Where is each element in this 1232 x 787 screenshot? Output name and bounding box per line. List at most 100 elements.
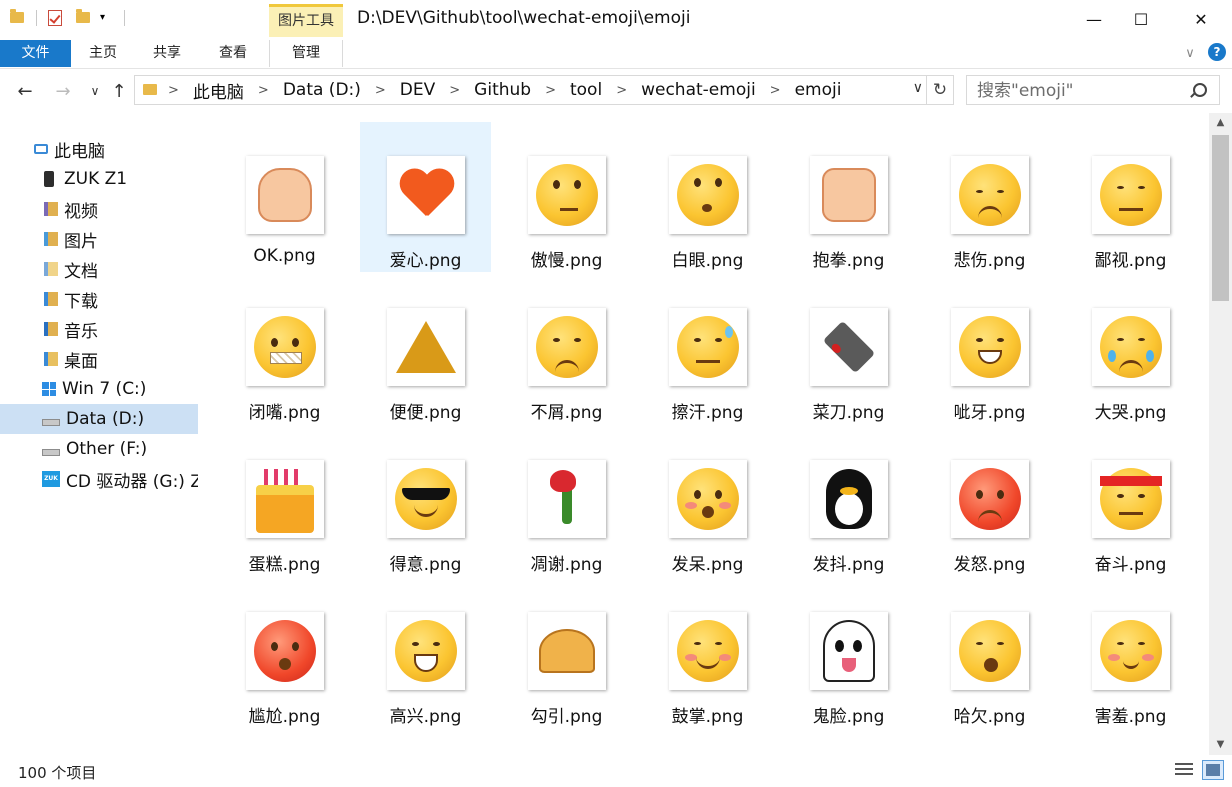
- file-item[interactable]: 大哭.png: [1065, 274, 1196, 424]
- nav-item-music[interactable]: 音乐: [0, 314, 198, 344]
- nav-item-label: 音乐: [64, 321, 98, 342]
- back-button[interactable]: ←: [12, 79, 38, 103]
- file-list: OK.png 爱心.png 傲慢.png 白眼.png 抱拳.png 悲伤.pn…: [200, 113, 1208, 755]
- file-item[interactable]: 擦汗.png: [642, 274, 773, 424]
- breadcrumb-this-pc[interactable]: 此电脑: [184, 78, 253, 103]
- breadcrumb-emoji[interactable]: emoji: [786, 80, 851, 100]
- chevron-right-icon[interactable]: >: [163, 83, 184, 98]
- scroll-up-icon[interactable]: ▲: [1209, 113, 1232, 133]
- ribbon-tabs: 文件 主页 共享 查看 管理 ∨ ?: [0, 38, 1232, 69]
- address-row: ← → ∨ ↑ > 此电脑 > Data (D:) > DEV > Github…: [0, 69, 1232, 113]
- chevron-right-icon[interactable]: >: [370, 83, 391, 98]
- file-item[interactable]: 白眼.png: [642, 122, 773, 272]
- navigation-pane: 此电脑 ZUK Z1 视频 图片 文档 下载 音乐 桌面 Win 7 (C:) …: [0, 113, 198, 755]
- penguin-icon: [810, 460, 888, 538]
- details-view-icon[interactable]: [1175, 763, 1193, 779]
- yawn-face-icon: [951, 612, 1029, 690]
- file-item[interactable]: 鄙视.png: [1065, 122, 1196, 272]
- nav-item-cd-drive-g[interactable]: ZUK CD 驱动器 (G:) Z: [0, 464, 198, 494]
- help-icon[interactable]: ?: [1208, 43, 1226, 61]
- file-item[interactable]: 鼓掌.png: [642, 578, 773, 728]
- breadcrumb-tool[interactable]: tool: [561, 80, 611, 100]
- tab-share[interactable]: 共享: [144, 40, 190, 67]
- customize-quick-access-icon[interactable]: ▾: [100, 12, 118, 30]
- search-input[interactable]: [975, 79, 1179, 103]
- wilted-rose-icon: [528, 460, 606, 538]
- file-item[interactable]: 发呆.png: [642, 426, 773, 576]
- collapse-ribbon-icon[interactable]: ∨: [1180, 40, 1200, 67]
- chevron-right-icon[interactable]: >: [611, 83, 632, 98]
- tab-manage[interactable]: 管理: [269, 40, 343, 67]
- file-name: 鼓掌.png: [671, 707, 744, 727]
- chevron-right-icon[interactable]: >: [253, 83, 274, 98]
- search-icon[interactable]: [1193, 83, 1207, 97]
- properties-icon[interactable]: [48, 8, 66, 26]
- file-item[interactable]: 菜刀.png: [783, 274, 914, 424]
- file-item[interactable]: 傲慢.png: [501, 122, 632, 272]
- chevron-right-icon[interactable]: >: [444, 83, 465, 98]
- file-item[interactable]: 发怒.png: [924, 426, 1055, 576]
- refresh-icon[interactable]: ↻: [926, 76, 953, 104]
- scroll-down-icon[interactable]: ▼: [1209, 735, 1232, 755]
- file-item[interactable]: 悲伤.png: [924, 122, 1055, 272]
- nav-item-desktop[interactable]: 桌面: [0, 344, 198, 374]
- angry-face-icon: [951, 460, 1029, 538]
- contempt-face-icon: [1092, 156, 1170, 234]
- breadcrumb-wechat-emoji[interactable]: wechat-emoji: [632, 80, 765, 100]
- breadcrumb-data-d[interactable]: Data (D:): [274, 80, 370, 100]
- breadcrumb-dev[interactable]: DEV: [391, 80, 444, 100]
- file-name: 白眼.png: [671, 251, 744, 271]
- sad-face-icon: [951, 156, 1029, 234]
- breadcrumb-github[interactable]: Github: [465, 80, 540, 100]
- nav-item-win7-c[interactable]: Win 7 (C:): [0, 374, 198, 404]
- nav-item-other-f[interactable]: Other (F:): [0, 434, 198, 464]
- recent-locations-button[interactable]: ∨: [82, 79, 108, 103]
- chevron-right-icon[interactable]: >: [765, 83, 786, 98]
- nav-item-pictures[interactable]: 图片: [0, 224, 198, 254]
- file-item[interactable]: OK.png: [219, 122, 350, 272]
- file-item[interactable]: 鬼脸.png: [783, 578, 914, 728]
- file-item[interactable]: 得意.png: [360, 426, 491, 576]
- file-item[interactable]: 凋谢.png: [501, 426, 632, 576]
- file-item[interactable]: 蛋糕.png: [219, 426, 350, 576]
- vertical-scrollbar[interactable]: ▲ ▼: [1209, 113, 1232, 755]
- tab-file[interactable]: 文件: [0, 40, 71, 67]
- tab-home[interactable]: 主页: [80, 40, 126, 67]
- file-item[interactable]: 便便.png: [360, 274, 491, 424]
- file-item[interactable]: 闭嘴.png: [219, 274, 350, 424]
- address-bar[interactable]: > 此电脑 > Data (D:) > DEV > Github > tool …: [134, 75, 954, 105]
- file-item[interactable]: 害羞.png: [1065, 578, 1196, 728]
- file-name: 悲伤.png: [953, 251, 1026, 271]
- nav-item-data-d[interactable]: Data (D:): [0, 404, 198, 434]
- file-item[interactable]: 尴尬.png: [219, 578, 350, 728]
- file-item[interactable]: 高兴.png: [360, 578, 491, 728]
- file-item[interactable]: 哈欠.png: [924, 578, 1055, 728]
- file-item[interactable]: 奋斗.png: [1065, 426, 1196, 576]
- nav-item-videos[interactable]: 视频: [0, 194, 198, 224]
- maximize-button[interactable]: ☐: [1118, 0, 1164, 38]
- file-item[interactable]: 呲牙.png: [924, 274, 1055, 424]
- nav-item-downloads[interactable]: 下载: [0, 284, 198, 314]
- file-item[interactable]: 不屑.png: [501, 274, 632, 424]
- file-name: 害羞.png: [1094, 707, 1167, 727]
- nav-item-this-pc[interactable]: 此电脑: [0, 134, 198, 164]
- large-icons-view-icon[interactable]: [1202, 760, 1224, 780]
- file-item[interactable]: 勾引.png: [501, 578, 632, 728]
- address-dropdown-icon[interactable]: ∨: [913, 80, 923, 96]
- file-item[interactable]: 发抖.png: [783, 426, 914, 576]
- up-button[interactable]: ↑: [106, 79, 132, 103]
- nav-item-zuk-z1[interactable]: ZUK Z1: [0, 164, 198, 194]
- file-item[interactable]: 抱拳.png: [783, 122, 914, 272]
- tab-view[interactable]: 查看: [210, 40, 256, 67]
- close-button[interactable]: ✕: [1178, 0, 1224, 38]
- new-folder-icon[interactable]: [76, 8, 94, 26]
- nav-item-label: ZUK Z1: [64, 169, 128, 189]
- pictures-icon: [44, 232, 58, 246]
- scrollbar-thumb[interactable]: [1212, 135, 1229, 301]
- search-box[interactable]: [966, 75, 1220, 105]
- nav-item-documents[interactable]: 文档: [0, 254, 198, 284]
- chevron-right-icon[interactable]: >: [540, 83, 561, 98]
- minimize-button[interactable]: —: [1071, 0, 1117, 38]
- forward-button[interactable]: →: [50, 79, 76, 103]
- file-item-selected[interactable]: 爱心.png: [360, 122, 491, 272]
